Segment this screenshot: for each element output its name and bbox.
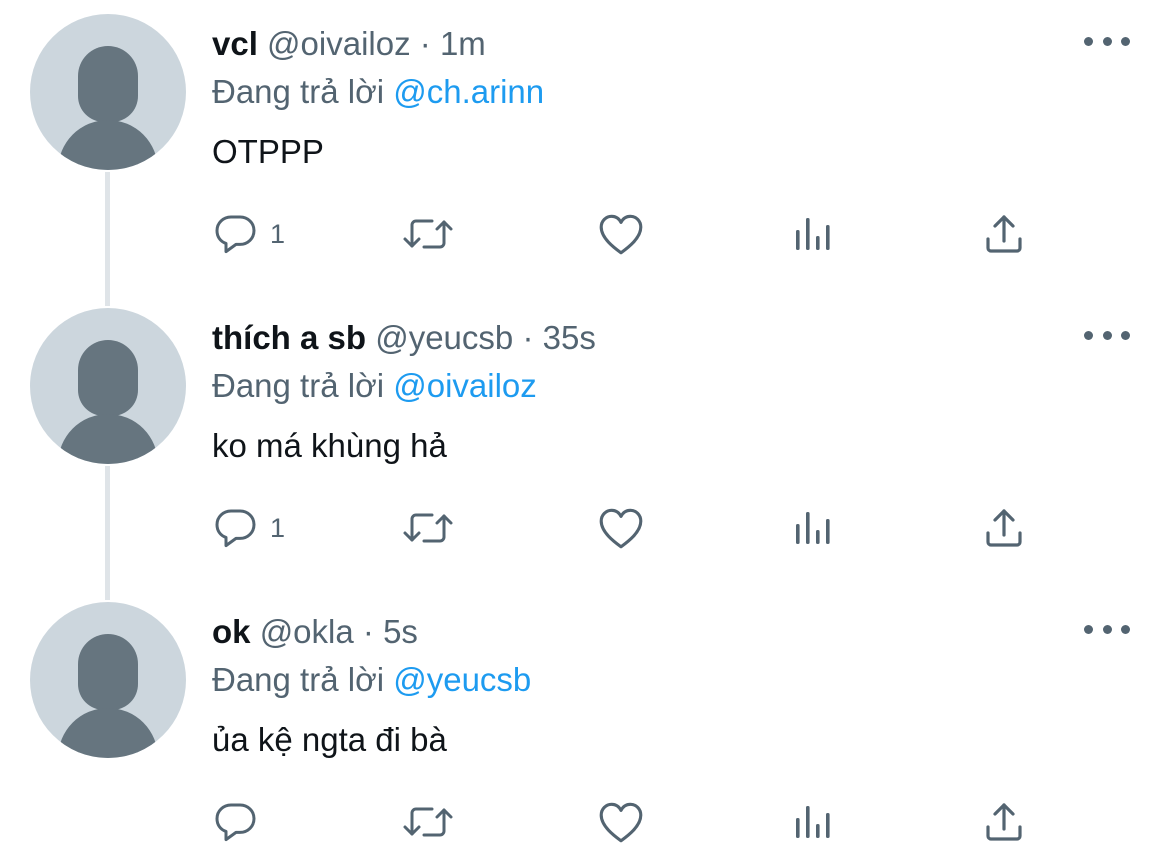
more-options-button[interactable]	[1084, 616, 1130, 642]
replying-to-label: Đang trả lời	[212, 367, 385, 404]
views-button[interactable]	[788, 796, 836, 848]
avatar-body-shape	[58, 414, 158, 464]
views-button[interactable]	[788, 208, 836, 260]
replying-to-label: Đang trả lời	[212, 73, 385, 110]
like-button[interactable]	[596, 208, 646, 260]
retweet-icon	[403, 807, 453, 837]
avatar[interactable]	[30, 602, 186, 758]
replying-to-mention[interactable]: @oivailoz	[393, 367, 537, 404]
more-icon-dot	[1121, 330, 1130, 340]
views-icon	[796, 512, 830, 544]
reply-thread: vcl @oivailoz · 1m Đang trả lời @ch.arin…	[0, 0, 1170, 861]
timestamp[interactable]: 35s	[543, 319, 596, 356]
avatar[interactable]	[30, 14, 186, 170]
reply-icon	[215, 215, 256, 254]
avatar[interactable]	[30, 308, 186, 464]
replying-to-mention[interactable]: @yeucsb	[393, 661, 531, 698]
views-icon	[796, 218, 830, 250]
replying-to-label: Đang trả lời	[212, 661, 385, 698]
like-button[interactable]	[596, 502, 646, 554]
timestamp[interactable]: 1m	[440, 25, 486, 62]
views-button[interactable]	[788, 502, 836, 554]
like-icon	[599, 214, 643, 255]
like-icon	[599, 802, 643, 843]
user-handle[interactable]: @yeucsb	[375, 319, 513, 356]
replying-to: Đang trả lời @oivailoz	[212, 366, 537, 406]
reply-icon	[215, 803, 256, 842]
views-icon	[796, 806, 830, 838]
retweet-button[interactable]	[400, 502, 456, 554]
tweet[interactable]: ok @okla · 5s Đang trả lời @yeucsb ủa kệ…	[0, 588, 1170, 861]
more-options-button[interactable]	[1084, 28, 1130, 54]
replying-to-mention[interactable]: @ch.arinn	[393, 73, 544, 110]
more-icon	[1084, 330, 1093, 340]
tweet-text: ko má khùng hả	[212, 427, 447, 464]
tweet-text: OTPPP	[212, 133, 324, 170]
separator-dot: ·	[419, 25, 431, 62]
more-icon	[1084, 624, 1093, 634]
avatar-body-shape	[58, 708, 158, 758]
more-options-button[interactable]	[1084, 322, 1130, 348]
more-icon-dot	[1121, 624, 1130, 634]
thread-connector-line	[105, 172, 110, 306]
reply-icon	[215, 509, 256, 548]
like-icon	[599, 508, 643, 549]
retweet-button[interactable]	[400, 796, 456, 848]
retweet-button[interactable]	[400, 208, 456, 260]
share-button[interactable]	[980, 796, 1028, 848]
tweet-header: ok @okla · 5s	[212, 612, 418, 652]
more-icon-dot	[1102, 624, 1112, 634]
tweet-header: thích a sb @yeucsb · 35s	[212, 318, 596, 358]
share-icon	[986, 803, 1022, 841]
more-icon-dot	[1102, 36, 1112, 46]
reply-button[interactable]: 1	[212, 502, 285, 554]
tweet-header: vcl @oivailoz · 1m	[212, 24, 486, 64]
avatar-body-shape	[58, 120, 158, 170]
display-name[interactable]: thích a sb	[212, 319, 366, 356]
user-handle[interactable]: @oivailoz	[267, 25, 411, 62]
replying-to: Đang trả lời @ch.arinn	[212, 72, 544, 112]
tweet[interactable]: thích a sb @yeucsb · 35s Đang trả lời @o…	[0, 294, 1170, 600]
like-button[interactable]	[596, 796, 646, 848]
share-button[interactable]	[980, 208, 1028, 260]
timestamp[interactable]: 5s	[383, 613, 418, 650]
more-icon	[1084, 36, 1093, 46]
avatar-head-shape	[78, 340, 138, 416]
more-icon-dot	[1102, 330, 1112, 340]
display-name[interactable]: vcl	[212, 25, 258, 62]
share-icon	[986, 509, 1022, 547]
avatar-head-shape	[78, 46, 138, 122]
more-icon-dot	[1121, 36, 1130, 46]
retweet-icon	[403, 513, 453, 543]
retweet-icon	[403, 219, 453, 249]
display-name[interactable]: ok	[212, 613, 251, 650]
share-button[interactable]	[980, 502, 1028, 554]
reply-button[interactable]: 1	[212, 208, 285, 260]
replying-to: Đang trả lời @yeucsb	[212, 660, 531, 700]
reply-button[interactable]	[212, 796, 270, 848]
reply-count: 1	[270, 513, 286, 543]
avatar-head-shape	[78, 634, 138, 710]
tweet-text: ủa kệ ngta đi bà	[212, 721, 447, 758]
separator-dot: ·	[362, 613, 374, 650]
separator-dot: ·	[522, 319, 534, 356]
user-handle[interactable]: @okla	[260, 613, 354, 650]
reply-count: 1	[270, 219, 286, 249]
tweet[interactable]: vcl @oivailoz · 1m Đang trả lời @ch.arin…	[0, 0, 1170, 306]
thread-connector-line	[105, 466, 110, 600]
share-icon	[986, 215, 1022, 253]
